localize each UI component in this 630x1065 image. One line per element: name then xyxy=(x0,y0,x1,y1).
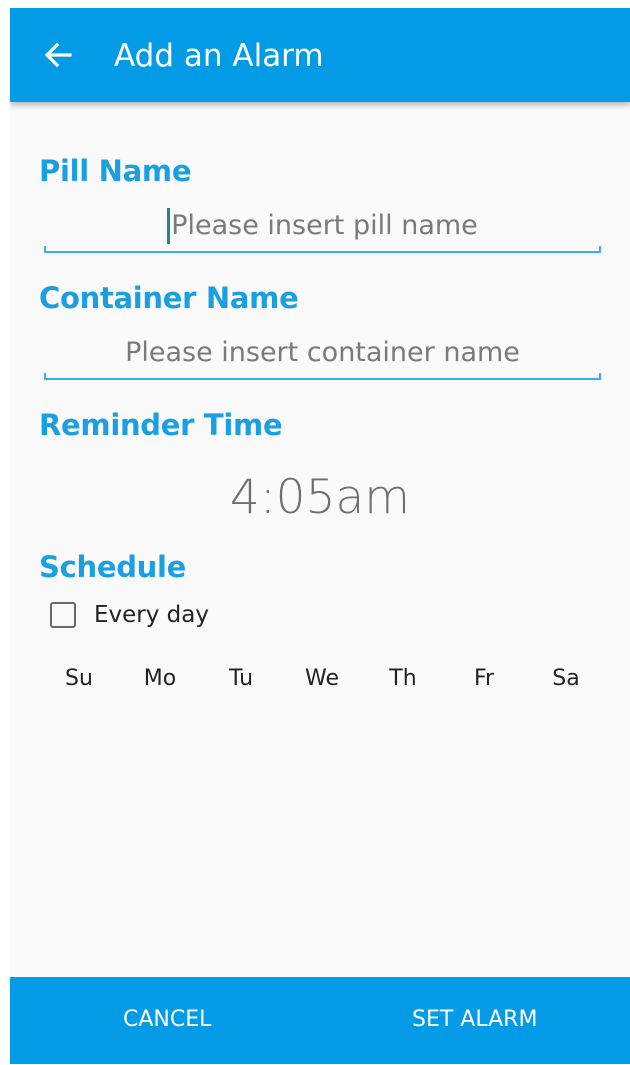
page-title: Add an Alarm xyxy=(114,38,324,74)
set-alarm-button[interactable]: SET ALARM xyxy=(412,1005,537,1035)
day-monday[interactable]: Mo xyxy=(130,664,190,694)
bottom-action-bar: CANCEL SET ALARM xyxy=(10,977,630,1064)
day-saturday[interactable]: Sa xyxy=(536,664,596,694)
day-wednesday[interactable]: We xyxy=(292,664,352,694)
pill-name-label: Pill Name xyxy=(39,154,192,188)
schedule-label: Schedule xyxy=(39,550,187,584)
container-name-input[interactable]: Please insert container name xyxy=(44,335,601,371)
container-name-underline xyxy=(44,373,601,380)
container-name-placeholder: Please insert container name xyxy=(125,337,520,368)
app-bar: Add an Alarm xyxy=(10,8,630,102)
pill-name-placeholder: Please insert pill name xyxy=(171,210,478,241)
cancel-button[interactable]: CANCEL xyxy=(123,1005,211,1035)
reminder-time-value[interactable]: 4:05am xyxy=(10,470,630,526)
weekday-selector: Su Mo Tu We Th Fr Sa xyxy=(10,664,630,698)
day-sunday[interactable]: Su xyxy=(49,664,109,694)
container-name-field[interactable]: Please insert container name xyxy=(44,330,601,380)
arrow-left-icon[interactable] xyxy=(40,37,76,73)
pill-name-input[interactable]: Please insert pill name xyxy=(44,208,601,244)
pill-name-field[interactable]: Please insert pill name xyxy=(44,203,601,253)
every-day-checkbox[interactable] xyxy=(50,602,76,628)
day-tuesday[interactable]: Tu xyxy=(211,664,271,694)
day-friday[interactable]: Fr xyxy=(454,664,514,694)
reminder-time-label: Reminder Time xyxy=(39,408,283,442)
text-cursor xyxy=(167,208,171,244)
add-alarm-screen: Add an Alarm Pill Name Please insert pil… xyxy=(10,8,630,1064)
container-name-label: Container Name xyxy=(39,281,299,315)
day-thursday[interactable]: Th xyxy=(373,664,433,694)
every-day-label: Every day xyxy=(94,602,209,628)
pill-name-underline xyxy=(44,246,601,253)
